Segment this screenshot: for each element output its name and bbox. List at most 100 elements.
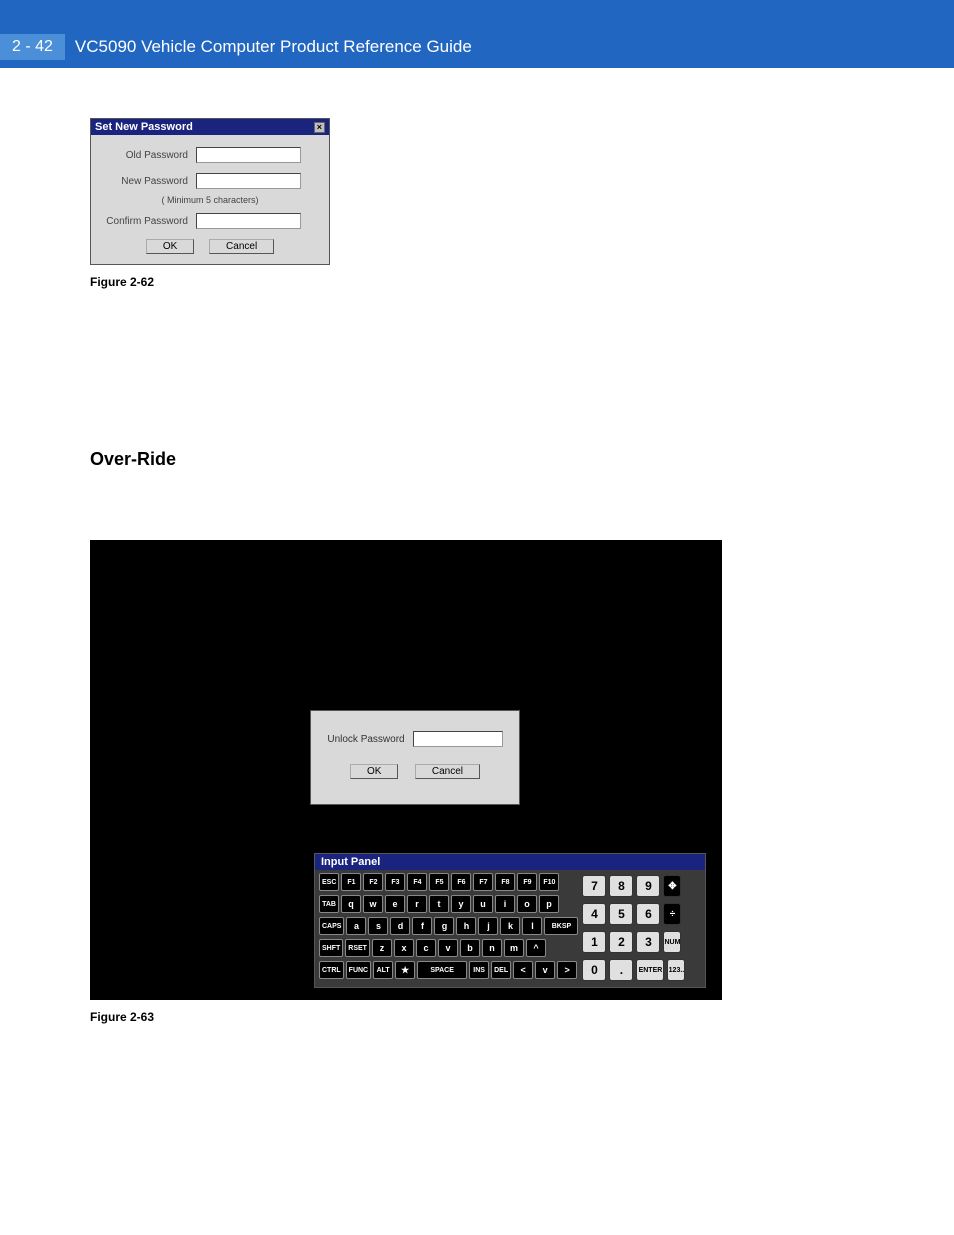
unlock-password-input[interactable] bbox=[413, 731, 503, 747]
key-ins[interactable]: INS bbox=[469, 961, 489, 979]
key-rset[interactable]: RSET bbox=[345, 939, 370, 957]
key-up[interactable]: ^ bbox=[526, 939, 546, 957]
key-s[interactable]: s bbox=[368, 917, 388, 935]
key-caps[interactable]: CAPS bbox=[319, 917, 344, 935]
key-t[interactable]: t bbox=[429, 895, 449, 913]
key-y[interactable]: y bbox=[451, 895, 471, 913]
key-9[interactable]: 9 bbox=[636, 875, 660, 897]
key-f8[interactable]: F8 bbox=[495, 873, 515, 891]
key-v[interactable]: v bbox=[438, 939, 458, 957]
dialog-titlebar: Set New Password × bbox=[91, 119, 329, 135]
key-o[interactable]: o bbox=[517, 895, 537, 913]
header-bar-top bbox=[0, 0, 954, 32]
dialog-buttons: OK Cancel bbox=[101, 239, 319, 254]
key-bksp[interactable]: BKSP bbox=[544, 917, 578, 935]
key-u[interactable]: u bbox=[473, 895, 493, 913]
key-n[interactable]: n bbox=[482, 939, 502, 957]
set-password-dialog: Set New Password × Old Password New Pass… bbox=[90, 118, 330, 265]
key-z[interactable]: z bbox=[372, 939, 392, 957]
key-q[interactable]: q bbox=[341, 895, 361, 913]
key-h[interactable]: h bbox=[456, 917, 476, 935]
key-3[interactable]: 3 bbox=[636, 931, 660, 953]
cancel-button[interactable]: Cancel bbox=[209, 239, 274, 254]
key-0[interactable]: 0 bbox=[582, 959, 606, 981]
key-f9[interactable]: F9 bbox=[517, 873, 537, 891]
key-2[interactable]: 2 bbox=[609, 931, 633, 953]
key-5[interactable]: 5 bbox=[609, 903, 633, 925]
ok-button[interactable]: OK bbox=[146, 239, 194, 254]
key-f10[interactable]: F10 bbox=[539, 873, 559, 891]
confirm-password-label: Confirm Password bbox=[101, 216, 196, 227]
unlock-row: Unlock Password bbox=[311, 731, 519, 747]
key-dot[interactable]: . bbox=[609, 959, 633, 981]
unlock-buttons: OK Cancel bbox=[311, 761, 519, 779]
password-hint: ( Minimum 5 characters) bbox=[101, 195, 319, 205]
close-icon[interactable]: × bbox=[314, 122, 325, 133]
key-esc[interactable]: ESC bbox=[319, 873, 339, 891]
key-w[interactable]: w bbox=[363, 895, 383, 913]
figure-caption-1: Figure 2-62 bbox=[90, 275, 780, 289]
key-p[interactable]: p bbox=[539, 895, 559, 913]
key-left[interactable]: < bbox=[513, 961, 533, 979]
key-star[interactable]: ★ bbox=[395, 961, 415, 979]
key-x[interactable]: x bbox=[394, 939, 414, 957]
key-tab[interactable]: TAB bbox=[319, 895, 339, 913]
key-func[interactable]: FUNC bbox=[346, 961, 371, 979]
doc-title: VC5090 Vehicle Computer Product Referenc… bbox=[75, 37, 472, 57]
key-down[interactable]: v bbox=[535, 961, 555, 979]
key-f4[interactable]: F4 bbox=[407, 873, 427, 891]
confirm-password-input[interactable] bbox=[196, 213, 301, 229]
override-screenshot: Unlock Password OK Cancel Input Panel ES… bbox=[90, 540, 722, 1000]
key-k[interactable]: k bbox=[500, 917, 520, 935]
key-a[interactable]: a bbox=[346, 917, 366, 935]
key-r[interactable]: r bbox=[407, 895, 427, 913]
key-d[interactable]: d bbox=[390, 917, 410, 935]
key-space[interactable]: SPACE bbox=[417, 961, 467, 979]
page-content: Set New Password × Old Password New Pass… bbox=[0, 68, 780, 1024]
key-ctrl[interactable]: CTRL bbox=[319, 961, 344, 979]
key-f6[interactable]: F6 bbox=[451, 873, 471, 891]
key-g[interactable]: g bbox=[434, 917, 454, 935]
drag-icon[interactable]: ✥ bbox=[663, 875, 681, 897]
key-b[interactable]: b bbox=[460, 939, 480, 957]
unlock-cancel-button[interactable]: Cancel bbox=[415, 764, 480, 779]
key-num[interactable]: NUM bbox=[663, 931, 681, 953]
key-f2[interactable]: F2 bbox=[363, 873, 383, 891]
key-i[interactable]: i bbox=[495, 895, 515, 913]
key-7[interactable]: 7 bbox=[582, 875, 606, 897]
old-password-input[interactable] bbox=[196, 147, 301, 163]
input-panel-title: Input Panel bbox=[315, 854, 705, 870]
keyboard-rows: ESC F1 F2 F3 F4 F5 F6 F7 F8 F9 F10 bbox=[315, 870, 705, 984]
key-f1[interactable]: F1 bbox=[341, 873, 361, 891]
key-alt[interactable]: ALT bbox=[373, 961, 393, 979]
key-f[interactable]: f bbox=[412, 917, 432, 935]
new-password-input[interactable] bbox=[196, 173, 301, 189]
key-f3[interactable]: F3 bbox=[385, 873, 405, 891]
key-enter[interactable]: ENTER bbox=[636, 959, 664, 981]
key-right[interactable]: > bbox=[557, 961, 577, 979]
old-password-label: Old Password bbox=[101, 150, 196, 161]
header-bar-sub: 2 - 42 VC5090 Vehicle Computer Product R… bbox=[0, 32, 954, 68]
key-4[interactable]: 4 bbox=[582, 903, 606, 925]
key-123[interactable]: 123.. bbox=[667, 959, 685, 981]
key-j[interactable]: j bbox=[478, 917, 498, 935]
new-password-row: New Password bbox=[101, 173, 319, 189]
unlock-ok-button[interactable]: OK bbox=[350, 764, 398, 779]
unlock-dialog: Unlock Password OK Cancel bbox=[310, 710, 520, 805]
dialog-body: Old Password New Password ( Minimum 5 ch… bbox=[91, 135, 329, 264]
key-f5[interactable]: F5 bbox=[429, 873, 449, 891]
key-l[interactable]: l bbox=[522, 917, 542, 935]
unlock-label: Unlock Password bbox=[327, 734, 404, 745]
key-div[interactable]: ÷ bbox=[663, 903, 681, 925]
key-c[interactable]: c bbox=[416, 939, 436, 957]
key-del[interactable]: DEL bbox=[491, 961, 511, 979]
keyboard-alpha: ESC F1 F2 F3 F4 F5 F6 F7 F8 F9 F10 bbox=[319, 873, 578, 981]
key-m[interactable]: m bbox=[504, 939, 524, 957]
key-f7[interactable]: F7 bbox=[473, 873, 493, 891]
key-6[interactable]: 6 bbox=[636, 903, 660, 925]
key-1[interactable]: 1 bbox=[582, 931, 606, 953]
keyboard-numpad: 7 8 9 ✥ 4 5 6 ÷ 1 2 bbox=[582, 873, 685, 981]
key-shift[interactable]: SHFT bbox=[319, 939, 343, 957]
key-e[interactable]: e bbox=[385, 895, 405, 913]
key-8[interactable]: 8 bbox=[609, 875, 633, 897]
